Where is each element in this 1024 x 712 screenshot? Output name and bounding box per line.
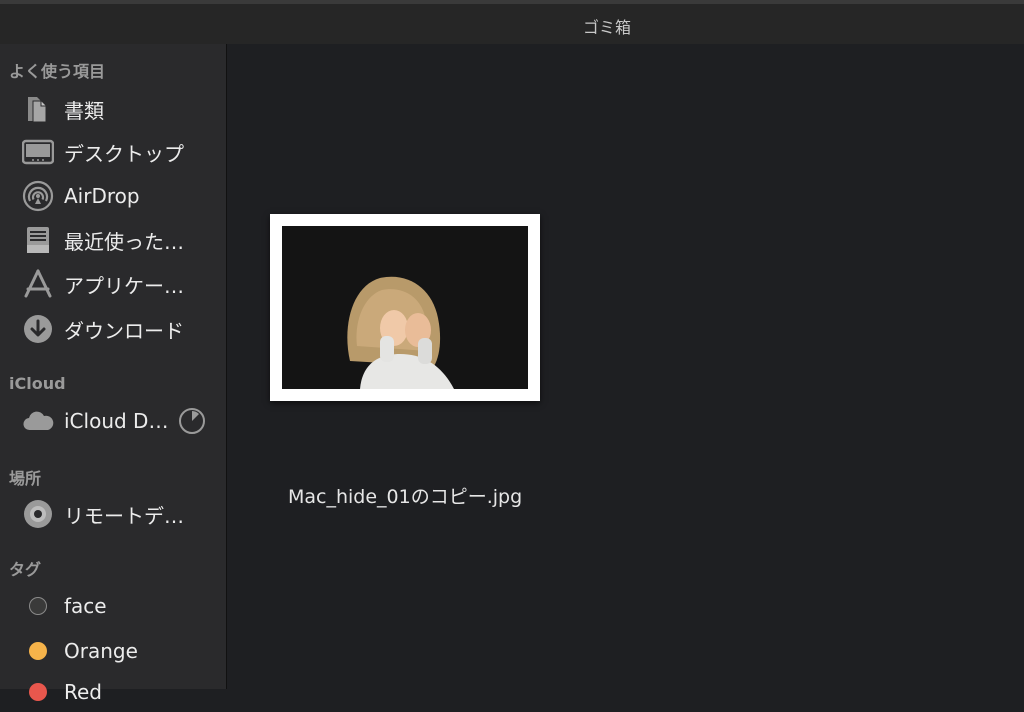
sidebar-item-label: 書類 [64,98,104,123]
sidebar-item-airdrop[interactable]: AirDrop [0,176,227,216]
title-bar: ゴミ箱 [0,0,1024,44]
sidebar-item-remote-disc[interactable]: リモートデ… [0,494,227,534]
file-thumbnail[interactable] [270,214,540,401]
sidebar-item-label: Red [64,680,102,704]
sidebar: よく使う項目 書類 デスクトップ AirDrop 最近使った… アプリケー… ダ… [0,44,227,704]
file-view[interactable]: Mac_hide_01のコピー.jpg [228,44,1024,689]
sidebar-item-documents[interactable]: 書類 [0,89,227,129]
window-title: ゴミ箱 [582,18,631,37]
disc-icon [22,498,54,530]
section-title-locations: 場所 [9,469,42,488]
section-title-favorites: よく使う項目 [9,62,106,81]
sidebar-item-label: AirDrop [64,184,140,208]
document-icon [22,93,54,125]
sidebar-item-label: アプリケー… [64,273,184,298]
sidebar-item-label: デスクトップ [64,141,184,166]
sidebar-item-applications[interactable]: アプリケー… [0,264,227,304]
sidebar-item-recents[interactable]: 最近使った… [0,220,227,260]
sidebar-item-downloads[interactable]: ダウンロード [0,309,227,349]
tag-dot-icon [22,676,54,708]
sidebar-item-label: リモートデ… [64,503,184,528]
sidebar-item-label: ダウンロード [64,318,184,343]
sidebar-item-tag-orange[interactable]: Orange [0,631,227,671]
sidebar-item-label: Orange [64,639,138,663]
section-title-tags: タグ [9,560,42,579]
desktop-icon [22,136,54,168]
cloud-icon [22,405,54,437]
sidebar-item-desktop[interactable]: デスクトップ [0,132,227,172]
airdrop-icon [22,180,54,212]
sync-progress-icon [178,407,206,439]
sidebar-item-tag-red[interactable]: Red [0,672,227,712]
image-preview [282,226,528,389]
sidebar-item-label: iCloud D… [64,409,169,433]
sidebar-item-tag-face[interactable]: face [0,586,227,626]
download-icon [22,313,54,345]
sidebar-item-label: 最近使った… [64,229,184,254]
file-name-label[interactable]: Mac_hide_01のコピー.jpg [288,482,588,509]
applications-icon [22,268,54,300]
sidebar-item-label: face [64,594,107,618]
recents-icon [22,224,54,256]
tag-dot-icon [22,590,54,622]
tag-dot-icon [22,635,54,667]
section-title-icloud: iCloud [9,374,66,393]
sidebar-item-icloud-drive[interactable]: iCloud D… [0,401,227,441]
